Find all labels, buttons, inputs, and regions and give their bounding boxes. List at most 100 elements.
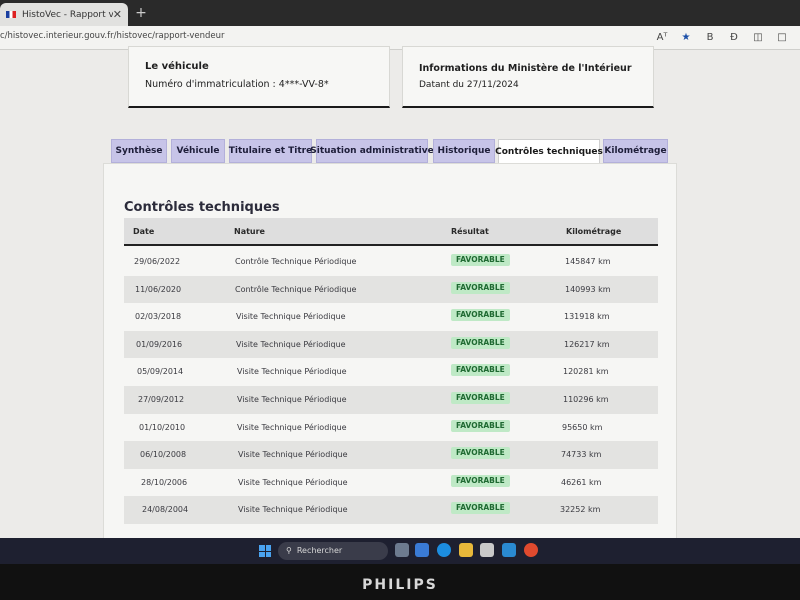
- result-badge: FAVORABLE: [451, 336, 510, 349]
- chrome-browser-icon[interactable]: [524, 543, 538, 557]
- task-view-icon[interactable]: [395, 543, 409, 557]
- file-explorer-icon[interactable]: [459, 543, 473, 557]
- result-badge: FAVORABLE: [451, 254, 510, 266]
- table-header: Date Nature Résultat Kilométrage: [124, 218, 658, 246]
- windows-start-icon[interactable]: [259, 545, 271, 557]
- row-km: 32252 km: [560, 505, 601, 515]
- address-bar: c/histovec.interieur.gouv.fr/histovec/ra…: [0, 26, 800, 50]
- tab-controles-techniques[interactable]: Contrôles techniques: [495, 139, 603, 164]
- ministry-card: Informations du Ministère de l'Intérieur…: [402, 46, 654, 108]
- row-km: 131918 km: [564, 312, 610, 322]
- collections-icon[interactable]: □: [770, 30, 794, 46]
- url-input[interactable]: c/histovec.interieur.gouv.fr/histovec/ra…: [0, 31, 225, 41]
- result-badge: FAVORABLE: [451, 502, 510, 515]
- table-row: 28/10/2006 Visite Technique Périodique F…: [124, 469, 658, 497]
- row-nature: Visite Technique Périodique: [236, 339, 346, 349]
- extension-b-icon[interactable]: B: [698, 30, 722, 46]
- skype-icon[interactable]: [502, 543, 516, 557]
- monitor-bezel: PHILIPS: [0, 564, 800, 600]
- column-header-nature: Nature: [234, 227, 265, 236]
- close-icon[interactable]: ✕: [113, 8, 122, 21]
- split-screen-icon[interactable]: ◫: [746, 30, 770, 46]
- row-km: 140993 km: [565, 284, 611, 294]
- table-row: 11/06/2020 Contrôle Technique Périodique…: [124, 275, 658, 304]
- plate-number: Numéro d'immatriculation : 4***-VV-8*: [145, 79, 329, 90]
- row-date: 11/06/2020: [135, 284, 182, 294]
- french-flag-icon: [6, 11, 16, 18]
- search-icon: ⚲: [286, 546, 292, 555]
- ministry-card-title: Informations du Ministère de l'Intérieur: [419, 63, 632, 74]
- browser-tab-title: HistoVec - Rapport vendeur: [22, 9, 113, 20]
- row-km: 145847 km: [565, 257, 611, 266]
- table-row: 01/09/2016 Visite Technique Périodique F…: [124, 330, 658, 359]
- row-date: 24/08/2004: [142, 505, 189, 515]
- vehicle-card-title: Le véhicule: [145, 61, 209, 72]
- row-nature: Visite Technique Périodique: [237, 367, 347, 377]
- controles-panel: Contrôles techniques Date Nature Résulta…: [103, 163, 677, 548]
- taskbar-search[interactable]: ⚲ Rechercher: [278, 542, 388, 560]
- row-km: 126217 km: [564, 339, 610, 349]
- extension-icon[interactable]: Ɖ: [722, 30, 746, 46]
- row-nature: Visite Technique Périodique: [238, 505, 348, 515]
- vehicle-card: Le véhicule Numéro d'immatriculation : 4…: [128, 46, 390, 108]
- tab-vehicule[interactable]: Véhicule: [171, 139, 225, 163]
- row-km: 95650 km: [562, 422, 603, 432]
- row-nature: Contrôle Technique Périodique: [235, 284, 357, 294]
- table-row: 27/09/2012 Visite Technique Périodique F…: [124, 385, 658, 414]
- search-placeholder: Rechercher: [296, 546, 343, 555]
- widgets-icon[interactable]: [415, 543, 429, 557]
- result-badge: FAVORABLE: [451, 419, 510, 432]
- monitor-brand-logo: PHILIPS: [362, 577, 438, 593]
- row-date: 02/03/2018: [135, 312, 182, 322]
- read-aloud-icon[interactable]: Aᵀ: [650, 30, 674, 46]
- row-date: 27/09/2012: [138, 394, 185, 404]
- browser-toolbar: Aᵀ ★ B Ɖ ◫ □: [650, 30, 794, 46]
- tab-titulaire[interactable]: Titulaire et Titre: [229, 139, 312, 163]
- result-badge: FAVORABLE: [451, 447, 510, 460]
- column-header-resultat: Résultat: [451, 227, 489, 236]
- row-date: 01/09/2016: [136, 339, 183, 349]
- row-nature: Visite Technique Périodique: [237, 394, 347, 404]
- row-nature: Visite Technique Périodique: [238, 477, 348, 487]
- tab-historique[interactable]: Historique: [433, 139, 495, 163]
- tab-kilometrage[interactable]: Kilométrage: [603, 139, 668, 163]
- new-tab-button[interactable]: +: [133, 5, 149, 21]
- row-km: 120281 km: [563, 367, 609, 377]
- report-date: Datant du 27/11/2024: [419, 80, 519, 90]
- row-nature: Contrôle Technique Périodique: [235, 257, 357, 266]
- section-title: Contrôles techniques: [124, 200, 280, 215]
- result-badge: FAVORABLE: [451, 281, 510, 294]
- screen: HistoVec - Rapport vendeur ✕ + c/histove…: [0, 0, 800, 548]
- controles-table-body: 29/06/2022 Contrôle Technique Périodique…: [124, 248, 658, 524]
- table-row: 05/09/2014 Visite Technique Périodique F…: [124, 358, 658, 386]
- table-row: 29/06/2022 Contrôle Technique Périodique…: [124, 248, 658, 276]
- table-row: 24/08/2004 Visite Technique Périodique F…: [124, 496, 658, 524]
- row-km: 110296 km: [563, 394, 609, 404]
- page-content: Le véhicule Numéro d'immatriculation : 4…: [0, 46, 800, 548]
- row-nature: Visite Technique Périodique: [237, 422, 347, 432]
- tab-situation-administrative[interactable]: Situation administrative: [310, 139, 434, 163]
- table-row: 01/10/2010 Visite Technique Périodique F…: [124, 414, 658, 442]
- browser-tabstrip: HistoVec - Rapport vendeur ✕ +: [0, 0, 800, 26]
- table-row: 06/10/2008 Visite Technique Périodique F…: [124, 441, 658, 469]
- taskbar: ⚲ Rechercher: [0, 538, 800, 564]
- browser-tab[interactable]: HistoVec - Rapport vendeur ✕: [0, 3, 128, 26]
- row-date: 29/06/2022: [134, 257, 181, 266]
- row-date: 05/09/2014: [137, 367, 184, 377]
- result-badge: FAVORABLE: [451, 309, 510, 322]
- column-header-kilometrage: Kilométrage: [566, 227, 622, 236]
- row-date: 01/10/2010: [139, 422, 186, 432]
- row-date: 06/10/2008: [140, 450, 187, 460]
- row-date: 28/10/2006: [141, 477, 188, 487]
- result-badge: FAVORABLE: [451, 474, 510, 487]
- result-badge: FAVORABLE: [451, 364, 510, 377]
- favorite-star-icon[interactable]: ★: [674, 30, 698, 46]
- tab-synthese[interactable]: Synthèse: [111, 139, 167, 163]
- edge-browser-icon[interactable]: [437, 543, 451, 557]
- column-header-date: Date: [133, 227, 155, 236]
- result-badge: FAVORABLE: [451, 391, 510, 404]
- row-nature: Visite Technique Périodique: [236, 312, 346, 322]
- row-nature: Visite Technique Périodique: [238, 450, 348, 460]
- store-icon[interactable]: [480, 543, 494, 557]
- row-km: 46261 km: [561, 477, 602, 487]
